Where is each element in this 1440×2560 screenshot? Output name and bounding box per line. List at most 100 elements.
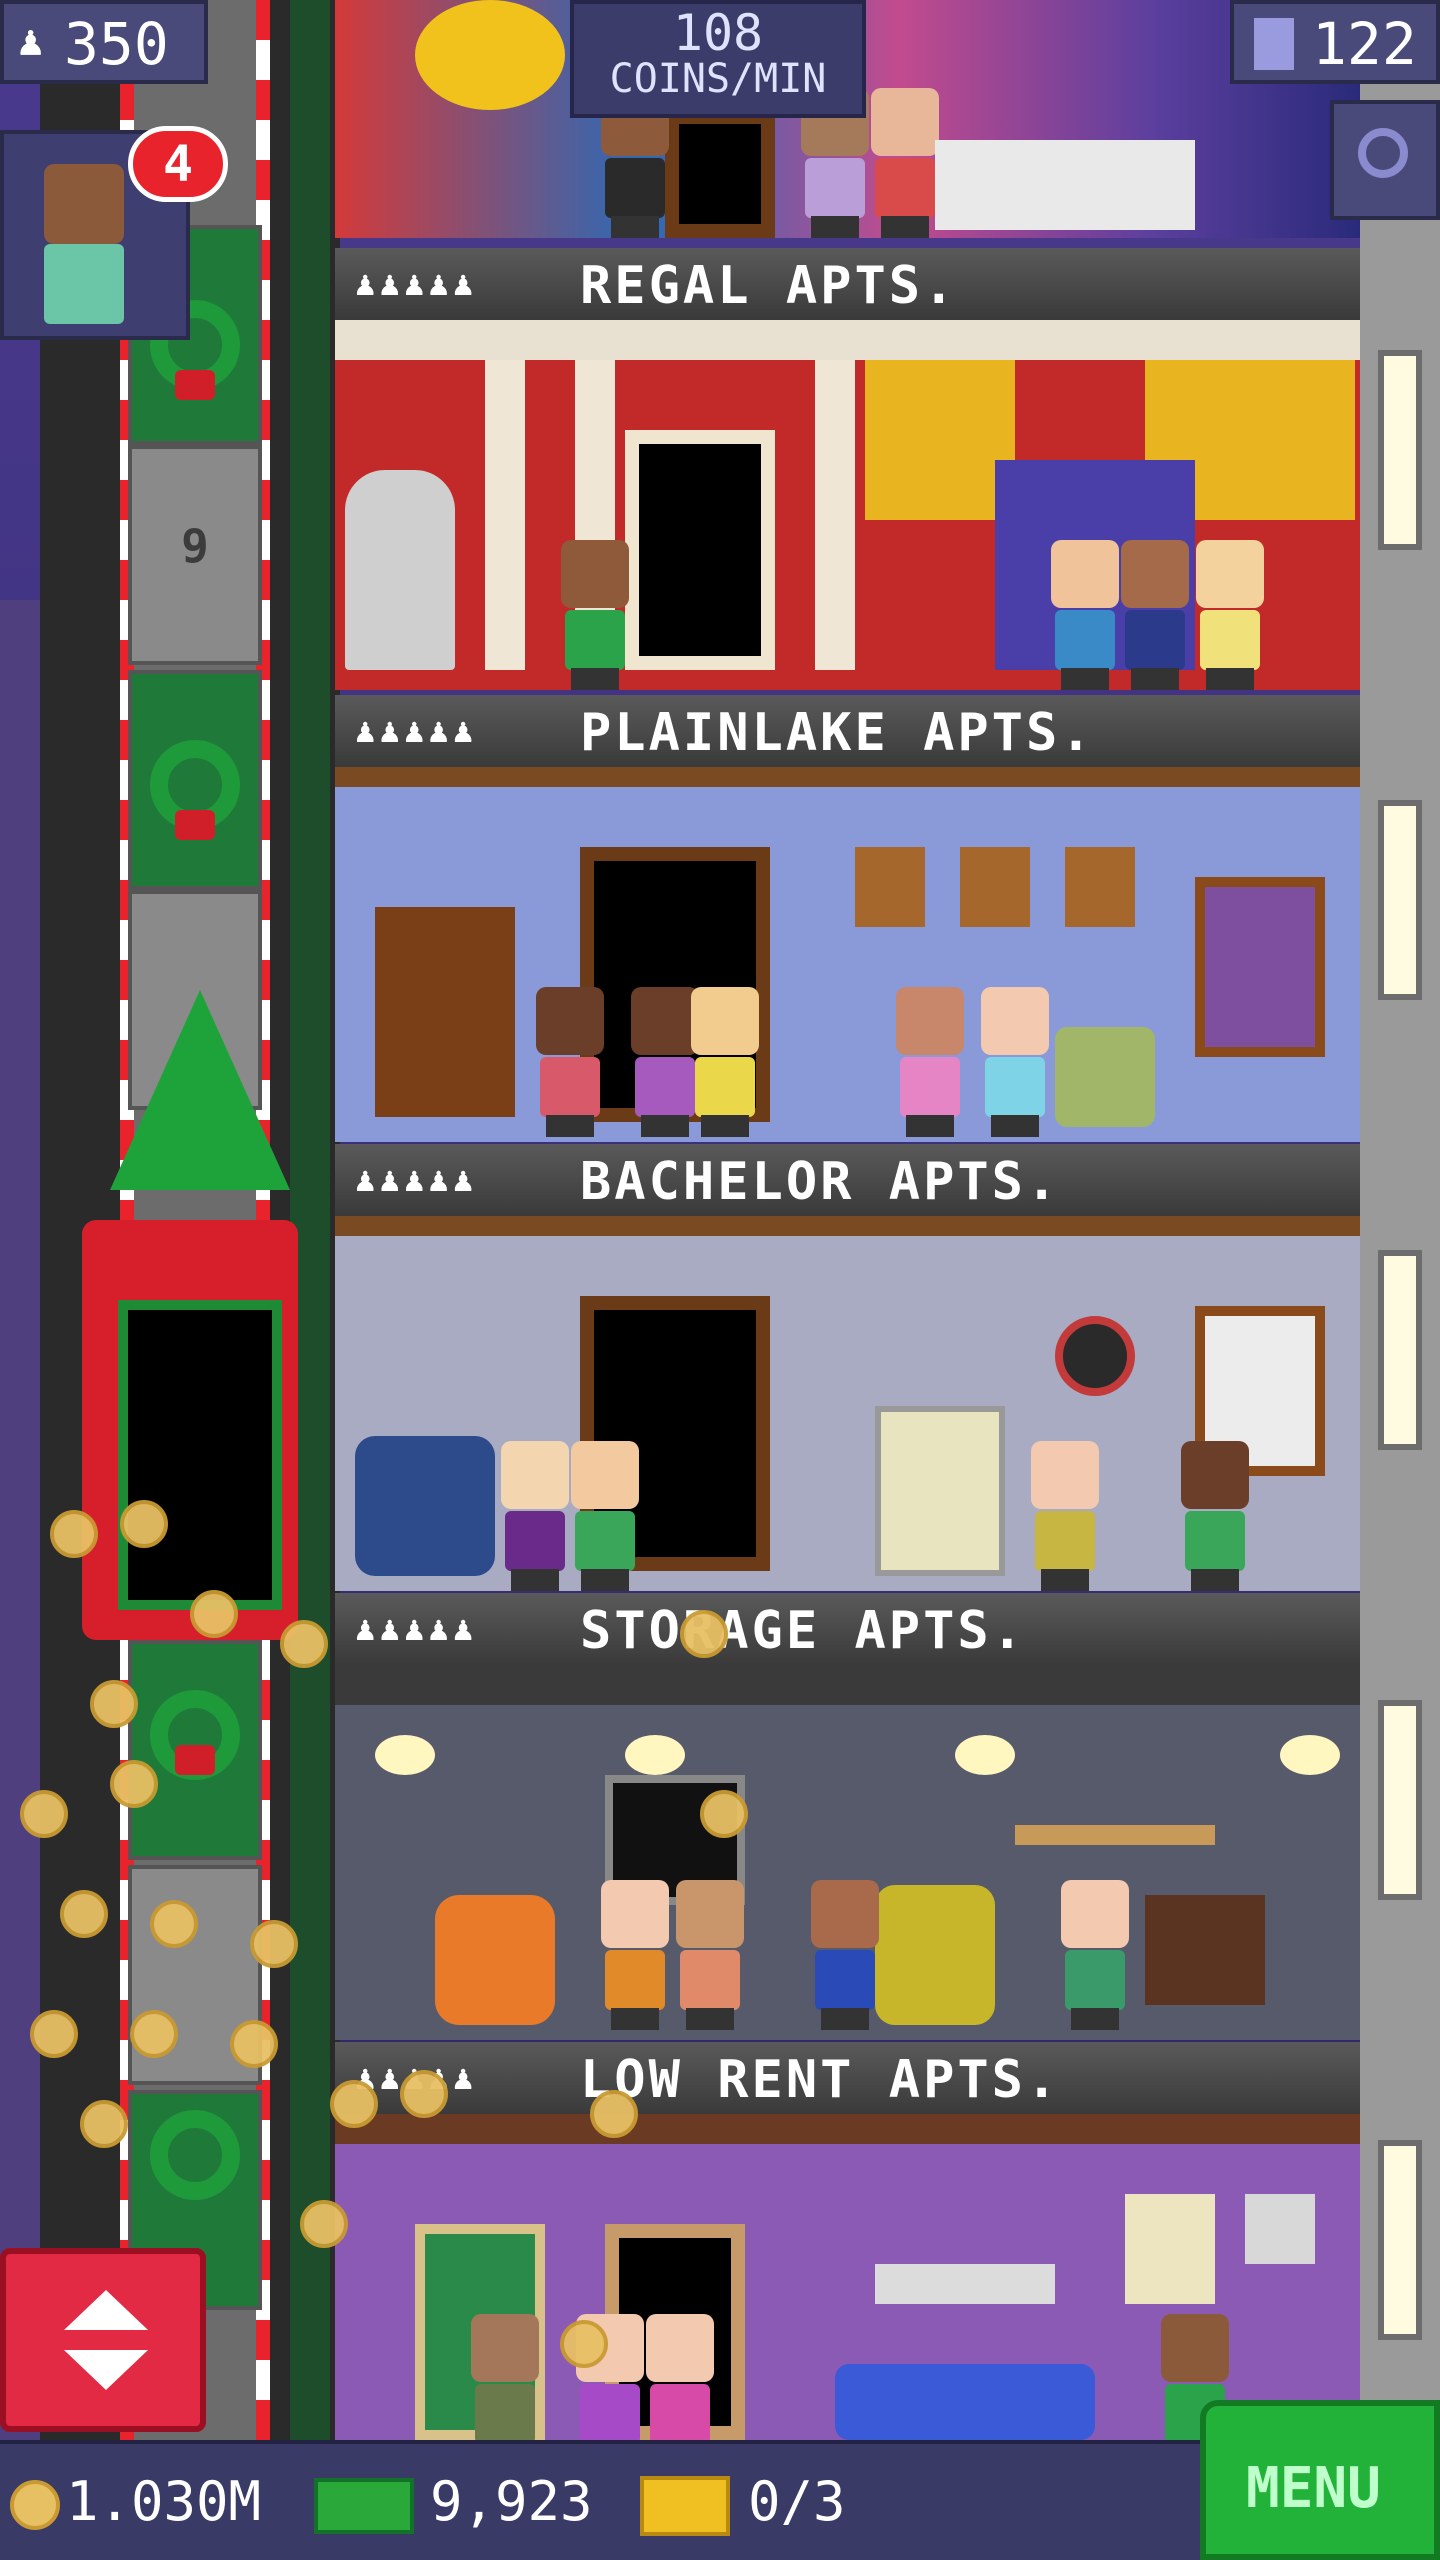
poster	[1125, 2194, 1215, 2304]
side-window	[1378, 350, 1422, 550]
coin-particle	[680, 1610, 728, 1658]
shaft-floor-9: 9	[128, 445, 262, 665]
resident	[890, 987, 970, 1137]
room-storage[interactable]	[335, 1665, 1360, 2040]
bux-icon	[314, 2478, 414, 2534]
room-door	[625, 430, 775, 670]
coin-particle	[300, 2200, 348, 2248]
notification-badge: 4	[128, 126, 228, 202]
resident	[495, 1441, 575, 1591]
coin-rate-value: 108	[672, 4, 764, 62]
population-counter: ♟ 350	[0, 0, 208, 84]
floor-label-regal[interactable]: ♟♟♟♟♟ REGAL APTS.	[335, 248, 1360, 320]
side-window	[1378, 800, 1422, 1000]
floor-label-storage[interactable]: ♟♟♟♟♟ STORAGE APTS.	[335, 1593, 1360, 1665]
coin-rate-unit: COINS/MIN	[609, 56, 827, 102]
coin-particle	[120, 1500, 168, 1548]
shelf	[1015, 1825, 1215, 1845]
room-plainlake[interactable]	[335, 767, 1360, 1142]
tv	[1145, 1895, 1265, 2005]
bed-decoration	[935, 140, 1195, 230]
coins-value: 1.030M	[66, 2470, 262, 2533]
side-window	[1378, 1700, 1422, 1900]
arrow-up-icon	[64, 2290, 148, 2330]
bookshelf	[375, 907, 515, 1117]
elevator-control-button[interactable]	[0, 2248, 206, 2432]
coin-particle	[80, 2100, 128, 2148]
room-door	[665, 110, 775, 238]
visitor-avatar	[44, 164, 124, 244]
coin-particle	[590, 2090, 638, 2138]
search-icon	[1358, 128, 1408, 178]
resident	[555, 540, 635, 690]
ceiling-trim	[335, 1216, 1360, 1236]
column	[485, 360, 525, 670]
floor-name: REGAL APTS.	[580, 256, 958, 316]
dartboard-icon	[1055, 1316, 1135, 1396]
resident	[1115, 540, 1195, 690]
room-low-rent[interactable]	[335, 2114, 1360, 2464]
search-button[interactable]	[1330, 100, 1440, 220]
population-value: 350	[64, 10, 169, 78]
floor-name: PLAINLAKE APTS.	[580, 703, 1095, 763]
room-regal[interactable]	[335, 320, 1360, 690]
tickets-value: 0/3	[748, 2470, 846, 2533]
room-bachelor[interactable]	[335, 1216, 1360, 1591]
ceiling-trim	[335, 767, 1360, 787]
picture-frame	[1065, 847, 1135, 927]
bow-icon	[175, 1745, 215, 1775]
wall-vent	[875, 2264, 1055, 2304]
coin-particle	[20, 1790, 68, 1838]
resident	[805, 1880, 885, 2030]
arcade-machine	[875, 1406, 1005, 1576]
side-window	[1378, 1250, 1422, 1450]
armchair-yellow	[875, 1885, 995, 2025]
sofa	[835, 2364, 1095, 2440]
armchair-orange	[435, 1895, 555, 2025]
resident	[1055, 1880, 1135, 2030]
armchair	[1055, 1027, 1155, 1127]
menu-label: MENU	[1246, 2456, 1381, 2521]
floor-rating-icons: ♟♟♟♟♟	[355, 711, 478, 751]
coin-particle	[400, 2070, 448, 2118]
population-icon: ♟	[18, 16, 44, 65]
coin-particle	[230, 2020, 278, 2068]
resident	[1175, 1441, 1255, 1591]
resident	[865, 88, 945, 238]
shaft-floor-number: 9	[181, 519, 209, 573]
coin-particle	[330, 2080, 378, 2128]
wall-outlet	[1245, 2194, 1315, 2264]
coin-particle	[280, 1620, 328, 1668]
resident	[1045, 540, 1125, 690]
resident	[1025, 1441, 1105, 1591]
menu-button[interactable]: MENU	[1200, 2400, 1440, 2560]
resident	[670, 1880, 750, 2030]
ceiling-trim	[335, 2114, 1360, 2144]
left-building	[0, 600, 40, 2500]
floors-value: 122	[1312, 10, 1417, 78]
resident	[685, 987, 765, 1137]
coin-particle	[30, 2010, 78, 2058]
floor-name: STORAGE APTS.	[580, 1601, 1026, 1661]
coin-particle	[700, 1790, 748, 1838]
floor-rating-icons: ♟♟♟♟♟	[355, 1160, 478, 1200]
ceiling-light	[1280, 1735, 1340, 1775]
floor-rating-icons: ♟♟♟♟♟	[355, 264, 478, 304]
coin-particle	[50, 1510, 98, 1558]
christmas-tree-icon	[110, 990, 290, 1190]
bow-icon	[175, 810, 215, 840]
coin-particle	[560, 2320, 608, 2368]
ticket-icon	[640, 2476, 730, 2536]
resident	[1190, 540, 1270, 690]
floor-label-plainlake[interactable]: ♟♟♟♟♟ PLAINLAKE APTS.	[335, 695, 1360, 767]
bow-icon	[175, 370, 215, 400]
floor-name: LOW RENT APTS.	[580, 2050, 1061, 2110]
floor-label-low-rent[interactable]: ♟♟♟♟♟ LOW RENT APTS.	[335, 2042, 1360, 2114]
elevator-door	[118, 1300, 282, 1610]
floor-name: BACHELOR APTS.	[580, 1152, 1061, 1212]
side-window	[1378, 2140, 1422, 2340]
coin-icon	[10, 2480, 60, 2530]
ceiling-light	[375, 1735, 435, 1775]
floor-label-bachelor[interactable]: ♟♟♟♟♟ BACHELOR APTS.	[335, 1144, 1360, 1216]
picture-frame	[960, 847, 1030, 927]
